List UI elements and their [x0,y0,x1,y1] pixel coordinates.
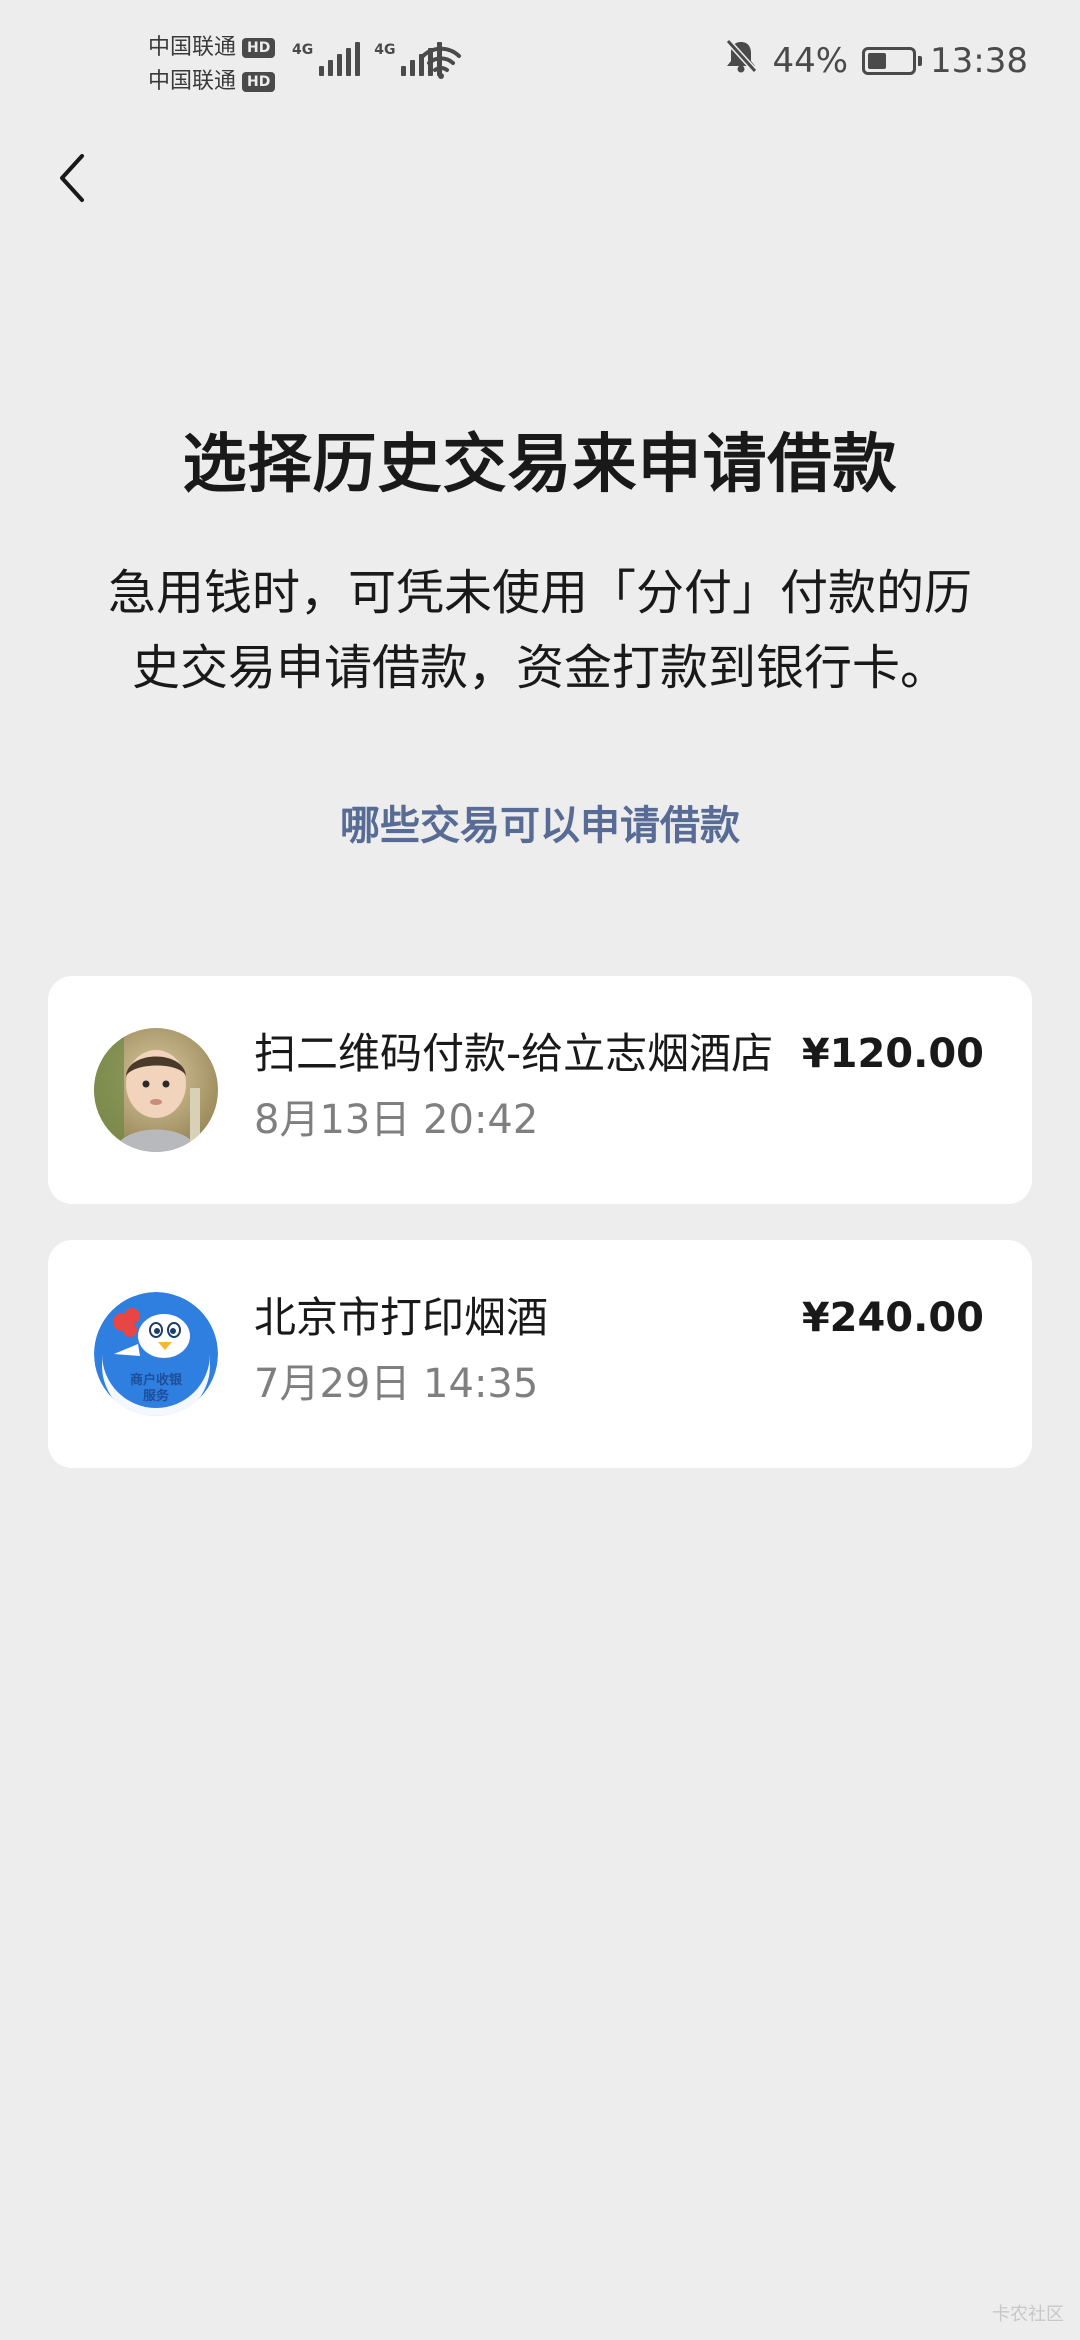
status-bar: 中国联通 HD 中国联通 HD 4G 4G 44% 13:38 [0,0,1080,120]
signal-icon: 4G [292,42,361,76]
carrier-info: 中国联通 HD 中国联通 HD [148,32,276,98]
transaction-name: 扫二维码付款-给立志烟酒店 [254,1029,774,1078]
hd-badge: HD [242,72,276,92]
transaction-amount: ¥240.00 [801,1295,984,1341]
carrier-name: 中国联通 [148,35,237,60]
eligible-transactions-link[interactable]: 哪些交易可以申请借款 [0,796,1080,856]
carrier-line-1: 中国联通 HD [148,32,276,64]
transaction-time: 8月13日 20:42 [254,1097,539,1143]
battery-icon [862,46,923,75]
bell-muted-icon [724,38,758,83]
avatar-text: 商户收银 [130,1372,183,1388]
transaction-amount: ¥120.00 [801,1031,984,1077]
battery-percent: 44% [772,40,849,81]
transaction-time: 7月29日 14:35 [254,1361,539,1407]
merchant-service-avatar: 商户收银 服务 [94,1292,218,1416]
carrier-name: 中国联通 [148,69,237,94]
page-description: 急用钱时，可凭未使用「分付」付款的历史交易申请借款，资金打款到银行卡。 [107,565,972,696]
transaction-item[interactable]: 商户收银 服务 北京市打印烟酒 7月29日 14:35 ¥240.00 [48,1240,1032,1468]
page-title: 选择历史交易来申请借款 [182,428,898,502]
watermark: 卡农社区 [992,2304,1064,2325]
network-type-label: 4G [374,42,396,58]
hd-badge: HD [242,38,276,58]
chevron-left-icon [54,150,90,210]
clock: 13:38 [930,40,1028,81]
avatar-text: 服务 [143,1388,170,1404]
transaction-list: 扫二维码付款-给立志烟酒店 8月13日 20:42 ¥120.00 商户收银 服… [48,976,1032,1504]
network-type-label: 4G [292,42,314,58]
carrier-line-2: 中国联通 HD [148,66,276,98]
merchant-avatar [94,1028,218,1152]
wifi-icon [420,44,462,84]
battery-level [868,52,887,69]
back-button[interactable] [36,144,108,216]
status-right: 44% 13:38 [724,38,1028,83]
transaction-name: 北京市打印烟酒 [254,1293,549,1342]
transaction-item[interactable]: 扫二维码付款-给立志烟酒店 8月13日 20:42 ¥120.00 [48,976,1032,1204]
